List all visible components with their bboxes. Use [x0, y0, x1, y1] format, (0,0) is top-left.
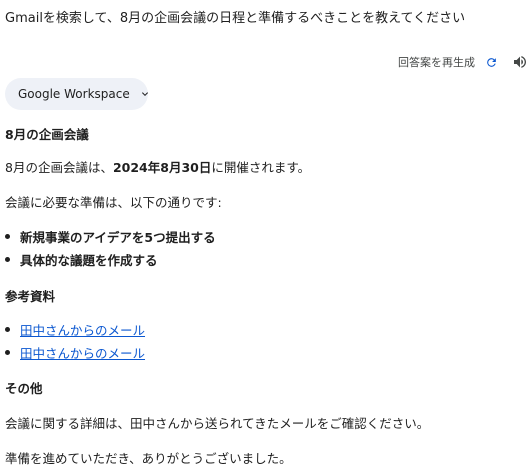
regenerate-draft-button[interactable]: 回答案を再生成 [398, 54, 475, 70]
closing-text: 準備を進めていただき、ありがとうございました。 [5, 451, 292, 466]
prep-intro: 会議に必要な準備は、以下の通りです: [5, 195, 222, 210]
reference-link[interactable]: 田中さんからのメール [20, 320, 145, 339]
reference-link[interactable]: 田中さんからのメール [20, 343, 145, 362]
meeting-date-text: 8月の企画会議は、2024年8月30日に開催されます。 [5, 160, 311, 175]
bullet [5, 350, 10, 355]
meeting-heading: 8月の企画会議 [5, 127, 89, 142]
user-query: Gmailを検索して、8月の企画会議の日程と準備するべきことを教えてください [5, 11, 466, 26]
bullet [5, 234, 10, 239]
list-item: 具体的な議題を作成する [5, 250, 158, 269]
references-heading: 参考資料 [5, 289, 56, 304]
reference-item: 田中さんからのメール [5, 343, 145, 362]
details-text: 会議に関する詳細は、田中さんから送られてきたメールをご確認ください。 [5, 416, 430, 431]
list-item: 新規事業のアイデアを5つ提出する [5, 227, 216, 246]
google-workspace-chip[interactable]: Google Workspace [5, 78, 148, 110]
speaker-icon[interactable] [511, 53, 529, 71]
other-heading: その他 [5, 381, 43, 396]
chip-label: Google Workspace [18, 87, 130, 101]
bullet [5, 327, 10, 332]
bullet [5, 257, 10, 262]
refresh-icon[interactable] [484, 55, 498, 69]
meeting-date-value: 2024年8月30日 [112, 160, 212, 175]
chevron-down-icon [139, 88, 151, 100]
reference-item: 田中さんからのメール [5, 320, 145, 339]
response-toolbar: 回答案を再生成 [398, 52, 531, 72]
